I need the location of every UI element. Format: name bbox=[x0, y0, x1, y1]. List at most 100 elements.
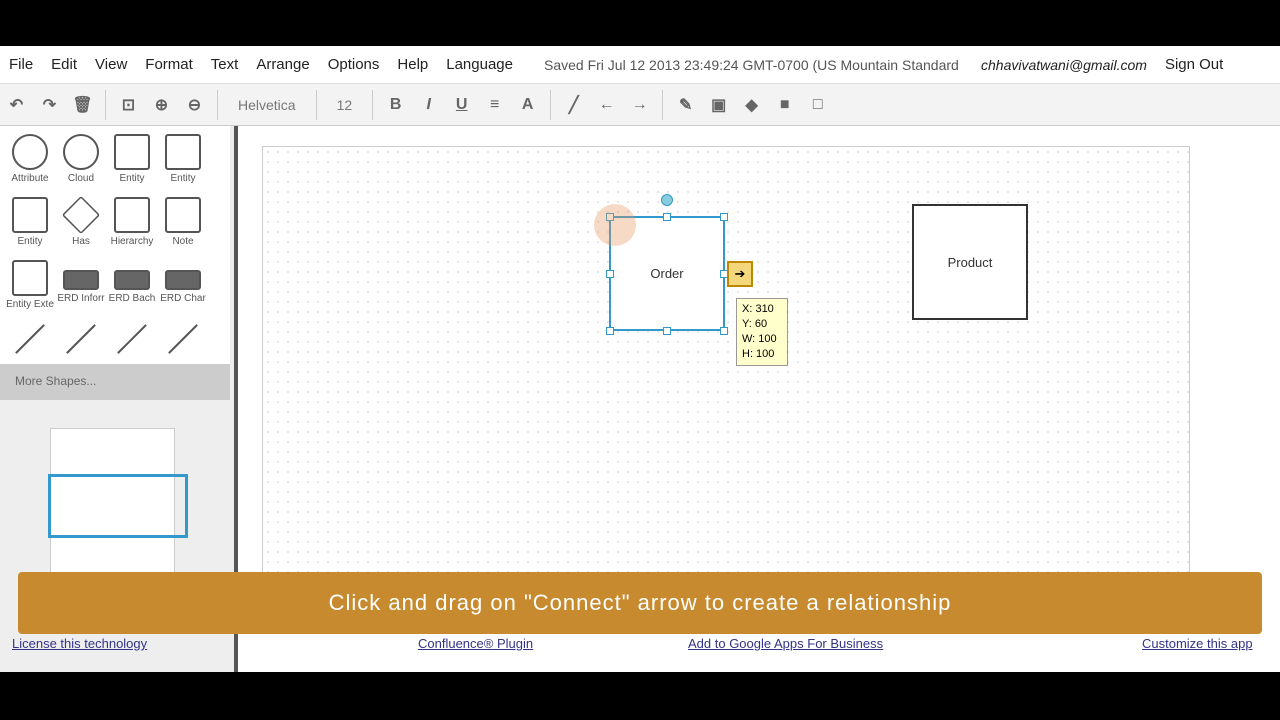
shape-erd-bach[interactable]: ERD Bach bbox=[106, 260, 158, 304]
shape-attribute[interactable]: Attribute bbox=[4, 134, 56, 184]
line-icon[interactable]: ╱ bbox=[557, 95, 590, 115]
resize-handle[interactable] bbox=[663, 213, 671, 221]
confluence-link[interactable]: Confluence® Plugin bbox=[418, 636, 533, 651]
shape-hierarchy[interactable]: Hierarchy bbox=[106, 197, 158, 247]
menu-file[interactable]: File bbox=[0, 56, 42, 73]
shape-label: Hierarchy bbox=[110, 236, 154, 247]
zoom-out-icon[interactable]: ⊖ bbox=[178, 95, 211, 115]
tooltip-y: Y: 60 bbox=[742, 318, 768, 330]
shape-label: Entity bbox=[170, 173, 196, 184]
menu-language[interactable]: Language bbox=[437, 56, 522, 73]
shape-thumbnail-icon bbox=[63, 270, 99, 290]
shape-line[interactable] bbox=[168, 324, 198, 354]
resize-handle[interactable] bbox=[606, 270, 614, 278]
shape-thumbnail-icon bbox=[165, 270, 201, 290]
customize-link[interactable]: Customize this app bbox=[1142, 636, 1253, 651]
redo-icon[interactable]: ↷ bbox=[33, 95, 66, 115]
shape-label: Note bbox=[172, 236, 194, 247]
shape-entity[interactable]: Entity bbox=[106, 134, 158, 184]
geometry-tooltip: X: 310 Y: 60 W: 100 H: 100 bbox=[736, 298, 788, 366]
shape-entity-exte[interactable]: Entity Exte bbox=[4, 260, 56, 310]
shape-thumbnail-icon bbox=[114, 197, 150, 233]
shape-cloud[interactable]: Cloud bbox=[55, 134, 107, 184]
zoom-in-icon[interactable]: ⊕ bbox=[145, 95, 178, 115]
shape-thumbnail-icon bbox=[12, 134, 48, 170]
resize-handle[interactable] bbox=[720, 213, 728, 221]
resize-handle[interactable] bbox=[606, 327, 614, 335]
font-color-icon[interactable]: A bbox=[511, 96, 544, 114]
resize-handle[interactable] bbox=[663, 327, 671, 335]
shape-has[interactable]: Has bbox=[55, 195, 107, 247]
google-apps-link[interactable]: Add to Google Apps For Business bbox=[688, 636, 883, 651]
shape-thumbnail-icon bbox=[114, 134, 150, 170]
shape-thumbnail-icon bbox=[61, 195, 101, 235]
rotate-handle[interactable] bbox=[661, 194, 673, 206]
product-entity[interactable]: Product bbox=[912, 204, 1028, 320]
shape-label: Attribute bbox=[11, 173, 49, 184]
tooltip-h: H: 100 bbox=[742, 348, 775, 360]
tooltip-x: X: 310 bbox=[742, 303, 774, 315]
divider bbox=[550, 89, 552, 120]
shape-entity[interactable]: Entity bbox=[157, 134, 209, 184]
menu-edit[interactable]: Edit bbox=[42, 56, 86, 73]
shape-line[interactable] bbox=[117, 324, 147, 354]
toolbar: ↶ ↷ 🗑 ⊡ ⊕ ⊖ Helvetica 12 B I U ≡ A ╱ ← →… bbox=[0, 84, 1280, 126]
shape-thumbnail-icon bbox=[114, 270, 150, 290]
tooltip-w: W: 100 bbox=[742, 333, 777, 345]
arrow-left-icon[interactable]: ← bbox=[590, 96, 623, 114]
bold-icon[interactable]: B bbox=[379, 96, 412, 114]
shape-label: ERD Inforr bbox=[57, 293, 105, 304]
license-link[interactable]: License this technology bbox=[12, 636, 147, 651]
font-select[interactable]: Helvetica bbox=[224, 97, 310, 113]
shape-label: Entity Exte bbox=[6, 299, 54, 310]
menu-arrange[interactable]: Arrange bbox=[247, 56, 318, 73]
line-color-icon[interactable]: ✎ bbox=[669, 95, 702, 115]
fill-color-icon[interactable]: ◆ bbox=[735, 95, 768, 115]
shape-line[interactable] bbox=[66, 324, 96, 354]
shadow-icon[interactable]: □ bbox=[801, 96, 834, 114]
saved-status: Saved Fri Jul 12 2013 23:49:24 GMT-0700 … bbox=[544, 56, 959, 73]
divider bbox=[217, 89, 218, 120]
divider bbox=[315, 89, 317, 120]
sign-out-link[interactable]: Sign Out bbox=[1165, 56, 1223, 73]
italic-icon[interactable]: I bbox=[412, 96, 445, 114]
cursor-highlight bbox=[594, 204, 636, 246]
shape-label: Entity bbox=[17, 236, 43, 247]
shape-line[interactable] bbox=[15, 324, 45, 354]
underline-icon[interactable]: U bbox=[445, 96, 478, 114]
shape-note[interactable]: Note bbox=[157, 197, 209, 247]
undo-icon[interactable]: ↶ bbox=[0, 95, 33, 115]
arrow-right-icon[interactable]: → bbox=[623, 96, 656, 114]
menubar: File Edit View Format Text Arrange Optio… bbox=[0, 46, 1280, 84]
actual-size-icon[interactable]: ⊡ bbox=[112, 95, 145, 115]
menu-help[interactable]: Help bbox=[388, 56, 437, 73]
font-size-select[interactable]: 12 bbox=[323, 97, 367, 113]
divider bbox=[372, 89, 374, 120]
shape-thumbnail-icon bbox=[165, 197, 201, 233]
to-front-icon[interactable]: ■ bbox=[768, 96, 801, 114]
resize-handle[interactable] bbox=[720, 327, 728, 335]
menu-view[interactable]: View bbox=[86, 56, 136, 73]
navigator-viewport[interactable] bbox=[48, 474, 188, 538]
menu-options[interactable]: Options bbox=[319, 56, 389, 73]
shape-entity[interactable]: Entity bbox=[4, 197, 56, 247]
delete-icon[interactable]: 🗑 bbox=[66, 95, 99, 115]
menu-format[interactable]: Format bbox=[136, 56, 202, 73]
user-email: chhavivatwani@gmail.com bbox=[981, 56, 1147, 73]
divider bbox=[105, 89, 106, 120]
more-shapes-button[interactable]: More Shapes... bbox=[0, 364, 230, 400]
shape-erd-char[interactable]: ERD Char bbox=[157, 260, 209, 304]
shape-thumbnail-icon bbox=[12, 260, 48, 296]
shape-palette: Attribute Cloud Entity Entity Entity Has Hiera… bbox=[0, 126, 230, 364]
shape-label: Has bbox=[72, 236, 90, 247]
shape-label: Entity bbox=[119, 173, 145, 184]
image-icon[interactable]: ▣ bbox=[702, 95, 735, 115]
align-icon[interactable]: ≡ bbox=[478, 96, 511, 114]
instruction-banner: Click and drag on "Connect" arrow to cre… bbox=[18, 572, 1262, 634]
shape-label: ERD Char bbox=[160, 293, 206, 304]
connect-arrow-icon[interactable]: ➔ bbox=[727, 261, 753, 287]
shape-erd-inforr[interactable]: ERD Inforr bbox=[55, 260, 107, 304]
menu-text[interactable]: Text bbox=[202, 56, 248, 73]
shape-thumbnail-icon bbox=[165, 134, 201, 170]
shape-label: ERD Bach bbox=[108, 293, 156, 304]
